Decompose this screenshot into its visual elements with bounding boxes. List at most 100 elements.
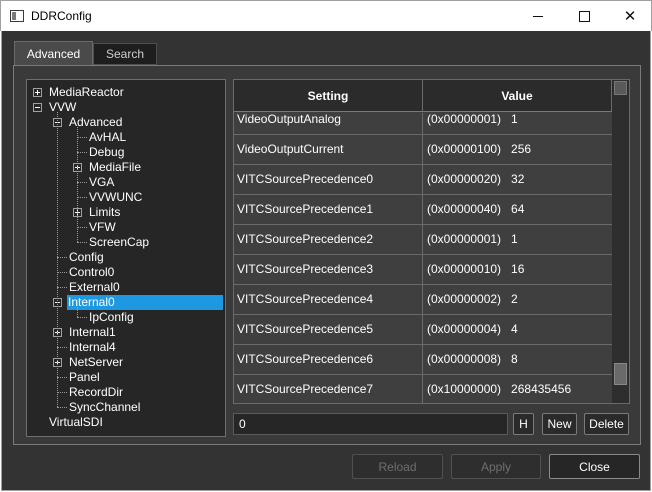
expand-icon[interactable] [33, 88, 42, 97]
value-cell: (0x00000004) 4 [427, 322, 518, 336]
value-cell: (0x00000020) 32 [427, 172, 525, 186]
tree-item[interactable]: VFW [88, 220, 117, 235]
tree-connector [77, 152, 87, 153]
tree-item[interactable]: VGA [88, 175, 115, 190]
table-vertical-scrollbar[interactable] [612, 80, 629, 403]
tree-item-label: VVWUNC [89, 190, 143, 204]
tree-item-label: IpConfig [89, 310, 134, 324]
table-row[interactable]: VITCSourcePrecedence7 (0x10000000) 268435… [234, 375, 612, 403]
app-window-icon [10, 10, 24, 22]
table-row[interactable]: VITCSourcePrecedence3 (0x00000010) 16 [234, 255, 612, 285]
tree-item-label: MediaReactor [49, 85, 124, 99]
tree-connector [57, 257, 67, 258]
setting-cell: VITCSourcePrecedence2 [234, 225, 423, 254]
setting-cell: VITCSourcePrecedence7 [234, 375, 423, 403]
reload-button[interactable]: Reload [352, 454, 443, 479]
value-cell: (0x00000008) 8 [427, 352, 518, 366]
tree-item-label: ScreenCap [89, 235, 150, 249]
table-row[interactable]: VITCSourcePrecedence5 (0x00000004) 4 [234, 315, 612, 345]
tree-connector [57, 287, 67, 288]
tree-item-label: VirtualSDI [49, 415, 103, 429]
tree-item-label: VVW [49, 100, 77, 114]
tree-item[interactable]: Debug [88, 145, 125, 160]
tree-connector [57, 377, 67, 378]
tree-item[interactable]: Control0 [68, 265, 115, 280]
advanced-tab-pane: MediaReactor VVW Advanced AvHAL Debug MediaFi… [13, 65, 641, 445]
tree-item[interactable]: Limits [88, 205, 121, 220]
tree-item[interactable]: ScreenCap [88, 235, 150, 250]
tree-item[interactable]: MediaReactor [48, 85, 125, 100]
table-row[interactable]: VideoOutputCurrent (0x00000100) 256 [234, 135, 612, 165]
minimize-button[interactable] [515, 1, 561, 31]
table-row[interactable]: VITCSourcePrecedence2 (0x00000001) 1 [234, 225, 612, 255]
table-row[interactable]: VITCSourcePrecedence0 (0x00000020) 32 [234, 165, 612, 195]
tree-item-label: Internal1 [69, 325, 116, 339]
tree-item-label: Internal4 [69, 340, 116, 354]
tree-item[interactable]: Panel [68, 370, 101, 385]
value-cell: (0x00000001) 1 [427, 113, 518, 126]
tree-item-label: External0 [69, 280, 120, 294]
tree-item-label: VGA [89, 175, 115, 189]
collapse-icon[interactable] [33, 103, 42, 112]
tree-item[interactable]: AvHAL [88, 130, 127, 145]
tree-item[interactable]: RecordDir [68, 385, 124, 400]
scrollbar-top-cap[interactable] [614, 81, 627, 95]
tab-advanced[interactable]: Advanced [14, 41, 93, 65]
table-row[interactable]: VideoOutputAnalog (0x00000001) 1 [234, 113, 612, 135]
table-row[interactable]: VITCSourcePrecedence4 (0x00000002) 2 [234, 285, 612, 315]
tree-item-label: SyncChannel [69, 400, 141, 414]
setting-cell: VideoOutputCurrent [234, 135, 423, 164]
setting-cell: VideoOutputAnalog [234, 113, 423, 134]
tree-item-label: Config [69, 250, 104, 264]
value-cell: (0x00000001) 1 [427, 232, 518, 246]
hex-toggle-button[interactable]: H [513, 413, 534, 435]
delete-button[interactable]: Delete [584, 413, 629, 435]
table-row[interactable]: VITCSourcePrecedence1 (0x00000040) 64 [234, 195, 612, 225]
tree-item[interactable]: Internal4 [68, 340, 117, 355]
tree-item[interactable]: Internal0 [67, 295, 223, 310]
tree-connector [77, 317, 87, 318]
value-input[interactable]: 0 [233, 413, 508, 435]
tree-connector [57, 272, 67, 273]
tree-item-label: RecordDir [69, 385, 124, 399]
maximize-button[interactable] [561, 1, 607, 31]
tree-item-label: Limits [89, 205, 121, 219]
close-button[interactable]: Close [549, 454, 640, 479]
tree-item[interactable]: Config [68, 250, 105, 265]
tree-item[interactable]: IpConfig [88, 310, 135, 325]
tree-item[interactable]: SyncChannel [68, 400, 141, 415]
tree-connector [77, 182, 87, 183]
close-window-button[interactable]: ✕ [607, 1, 652, 31]
tree-connector [57, 407, 67, 408]
tree-item[interactable]: MediaFile [88, 160, 142, 175]
tree-item-label: Debug [89, 145, 125, 159]
value-cell: (0x00000010) 16 [427, 262, 525, 276]
registry-tree[interactable]: MediaReactor VVW Advanced AvHAL Debug MediaFi… [26, 79, 226, 437]
tab-search[interactable]: Search [93, 43, 157, 65]
value-cell: (0x00000040) 64 [427, 202, 525, 216]
tree-item[interactable]: VirtualSDI [48, 415, 104, 430]
tree-item[interactable]: Internal1 [68, 325, 117, 340]
tree-item-label: AvHAL [89, 130, 127, 144]
tree-guide-line [57, 112, 58, 407]
setting-cell: VITCSourcePrecedence0 [234, 165, 423, 194]
tree-item-label: Internal0 [67, 295, 116, 310]
apply-button[interactable]: Apply [451, 454, 541, 479]
table-row[interactable]: VITCSourcePrecedence6 (0x00000008) 8 [234, 345, 612, 375]
tree-connector [77, 227, 87, 228]
new-button[interactable]: New [542, 413, 577, 435]
tree-connector [77, 242, 87, 243]
tree-connector [77, 197, 87, 198]
scrollbar-thumb[interactable] [614, 363, 627, 385]
tree-item[interactable]: VVWUNC [88, 190, 143, 205]
tree-connector [77, 137, 87, 138]
setting-cell: VITCSourcePrecedence4 [234, 285, 423, 314]
window-title: DDRConfig [31, 9, 92, 23]
column-header-setting[interactable]: Setting [234, 80, 423, 112]
tree-item[interactable]: NetServer [68, 355, 124, 370]
value-cell: (0x00000100) 256 [427, 142, 532, 156]
column-header-value[interactable]: Value [423, 80, 612, 112]
tree-item[interactable]: VVW [48, 100, 77, 115]
tree-item[interactable]: External0 [68, 280, 121, 295]
tree-connector [57, 347, 67, 348]
